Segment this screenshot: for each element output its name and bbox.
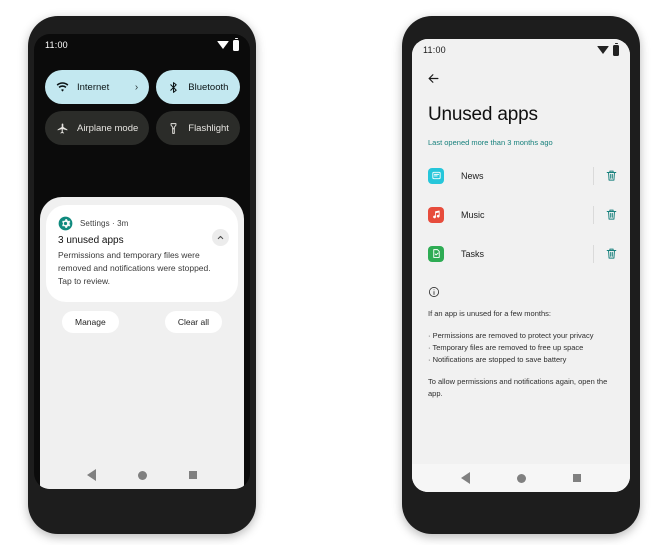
battery-icon bbox=[233, 37, 239, 51]
home-circle-icon[interactable] bbox=[138, 470, 147, 480]
qs-tile-airplane-mode[interactable]: Airplane mode bbox=[45, 111, 150, 145]
info-intro: If an app is unused for a few months: bbox=[428, 309, 551, 318]
left-status-bar: 11:00 bbox=[34, 34, 250, 56]
wifi-icon bbox=[597, 46, 609, 54]
tasks-glyph-icon bbox=[432, 249, 440, 258]
notification-app-line: Settings · 3m bbox=[80, 219, 129, 228]
recents-square-icon[interactable] bbox=[189, 471, 197, 479]
right-status-icons bbox=[597, 42, 619, 56]
qs-tile-airplane-mode-label: Airplane mode bbox=[77, 122, 139, 134]
news-glyph-icon bbox=[431, 171, 441, 180]
left-status-icons bbox=[217, 37, 239, 51]
info-outro: To allow permissions and notifications a… bbox=[428, 377, 608, 398]
recents-square-icon[interactable] bbox=[572, 474, 581, 482]
qs-tile-bluetooth[interactable]: Bluetooth bbox=[156, 70, 240, 104]
unused-apps-list: News Music Tasks bbox=[412, 156, 630, 273]
qs-tile-internet-label: Internet bbox=[77, 81, 110, 93]
notification-action-row: Manage Clear all bbox=[40, 302, 244, 333]
chevron-right-icon: › bbox=[134, 81, 139, 93]
qs-tile-internet[interactable]: Internet › bbox=[45, 70, 150, 104]
info-bullet-list: · Permissions are removed to protect you… bbox=[428, 330, 614, 366]
page-subtitle: Last opened more than 3 months ago bbox=[428, 138, 553, 147]
news-app-icon bbox=[428, 167, 444, 184]
back-triangle-icon[interactable] bbox=[87, 469, 96, 481]
wifi-icon bbox=[217, 41, 229, 49]
unused-apps-page: 11:00 Unused apps Last opened more than … bbox=[412, 39, 630, 492]
right-nav-bar bbox=[412, 464, 630, 492]
list-item[interactable]: Music bbox=[412, 195, 630, 234]
flashlight-icon bbox=[170, 122, 177, 134]
settings-gear-icon-svg bbox=[58, 216, 73, 231]
app-name: Tasks bbox=[461, 248, 485, 259]
right-status-clock: 11:00 bbox=[423, 45, 446, 55]
back-triangle-icon[interactable] bbox=[461, 472, 471, 484]
left-phone-screen: 11:00 Internet › Bluetooth Airplane mode… bbox=[34, 34, 250, 489]
app-bar bbox=[412, 61, 630, 86]
row-divider bbox=[593, 205, 594, 224]
app-name: News bbox=[461, 170, 484, 181]
left-phone-frame: 11:00 Internet › Bluetooth Airplane mode… bbox=[28, 16, 256, 534]
music-app-icon bbox=[428, 206, 444, 223]
page-title: Unused apps bbox=[428, 104, 538, 125]
music-note-glyph-icon bbox=[432, 210, 440, 219]
notification-body: Permissions and temporary files were rem… bbox=[58, 250, 211, 287]
left-nav-bar bbox=[40, 461, 244, 489]
trash-icon[interactable] bbox=[605, 208, 618, 221]
notification-title: 3 unused apps bbox=[58, 235, 124, 246]
clear-all-button[interactable]: Clear all bbox=[164, 310, 222, 333]
wifi-icon bbox=[56, 81, 69, 92]
settings-gear-icon bbox=[58, 216, 73, 231]
list-item[interactable]: News bbox=[412, 156, 630, 195]
qs-tile-bluetooth-label: Bluetooth bbox=[188, 81, 229, 93]
info-bullet: · Notifications are stopped to save batt… bbox=[428, 355, 567, 364]
back-arrow-icon[interactable] bbox=[426, 71, 441, 86]
list-item[interactable]: Tasks bbox=[412, 234, 630, 273]
left-status-clock: 11:00 bbox=[45, 40, 68, 50]
info-section: If an app is unused for a few months: · … bbox=[412, 273, 630, 400]
battery-icon bbox=[613, 42, 619, 56]
right-phone-frame: 11:00 Unused apps Last opened more than … bbox=[402, 16, 640, 534]
bluetooth-icon bbox=[170, 81, 177, 93]
info-bullet: · Permissions are removed to protect you… bbox=[428, 331, 594, 340]
notification-header: Settings · 3m bbox=[58, 216, 226, 231]
quick-settings-grid: Internet › Bluetooth Airplane mode Flash… bbox=[34, 56, 250, 145]
info-circle-icon bbox=[428, 286, 440, 298]
right-phone-screen: 11:00 Unused apps Last opened more than … bbox=[412, 39, 630, 492]
right-status-bar: 11:00 bbox=[412, 39, 630, 61]
trash-icon[interactable] bbox=[605, 247, 618, 260]
notification-collapse-button[interactable] bbox=[212, 229, 229, 246]
qs-tile-flashlight[interactable]: Flashlight bbox=[156, 111, 240, 145]
home-circle-icon[interactable] bbox=[516, 473, 526, 483]
info-bullet: · Temporary files are removed to free up… bbox=[428, 343, 584, 352]
trash-icon[interactable] bbox=[605, 169, 618, 182]
airplane-icon bbox=[57, 122, 68, 134]
manage-button[interactable]: Manage bbox=[62, 310, 119, 333]
qs-tile-flashlight-label: Flashlight bbox=[188, 122, 229, 134]
chevron-up-icon bbox=[217, 235, 224, 240]
app-name: Music bbox=[461, 209, 485, 220]
notification-shade: Settings · 3m 3 unused apps Permissions … bbox=[40, 197, 244, 489]
tasks-app-icon bbox=[428, 245, 444, 262]
row-divider bbox=[593, 244, 594, 263]
unused-apps-notification[interactable]: Settings · 3m 3 unused apps Permissions … bbox=[46, 205, 238, 302]
row-divider bbox=[593, 166, 594, 185]
